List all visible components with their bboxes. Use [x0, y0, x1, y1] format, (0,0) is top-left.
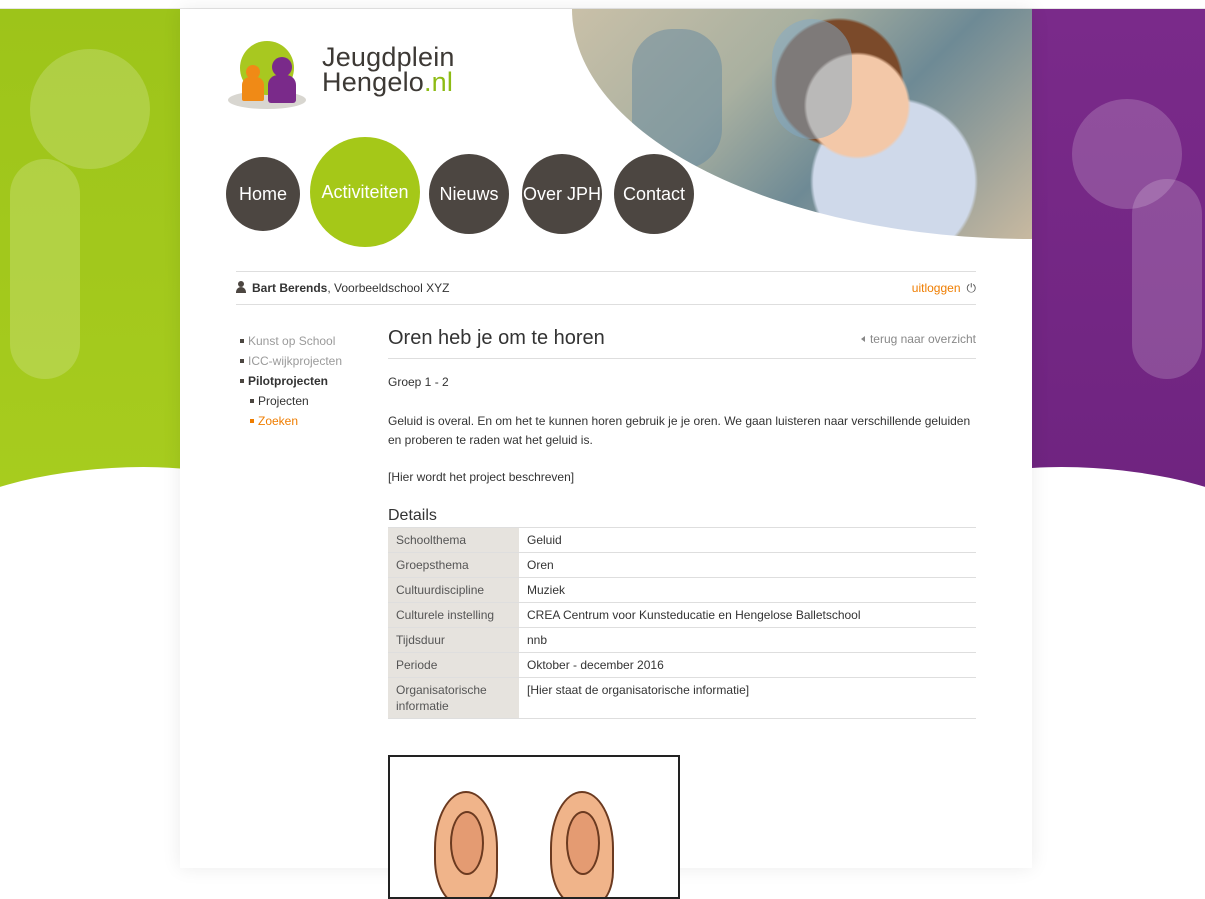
nav-activiteiten[interactable]: Activiteiten — [310, 137, 420, 247]
table-row: Cultuurdiscipline Muziek — [388, 577, 976, 603]
sidebar-nav: Kunst op School ICC-wijkprojecten Pilotp… — [240, 331, 342, 431]
site-logo[interactable]: Jeugdplein Hengelo.nl — [226, 37, 486, 117]
main-column: Jeugdplein Hengelo.nl Home Activiteiten … — [180, 9, 1032, 899]
right-purple-panel — [1032, 9, 1205, 489]
logout-link[interactable]: uitloggen ⏻ — [912, 281, 976, 296]
logo-wordmark: Jeugdplein Hengelo.nl — [322, 44, 455, 97]
left-green-panel — [0, 9, 180, 489]
sidebar-item-icc-wijkprojecten[interactable]: ICC-wijkprojecten — [240, 351, 342, 371]
sidebar-subitem-projecten[interactable]: Projecten — [240, 391, 342, 411]
detail-key: Groepsthema — [388, 552, 519, 578]
user-icon — [236, 281, 246, 293]
user-school: , Voorbeeldschool XYZ — [327, 281, 450, 295]
nav-home[interactable]: Home — [226, 157, 300, 231]
table-row: Groepsthema Oren — [388, 552, 976, 578]
detail-value: Oren — [519, 552, 976, 578]
logout-label: uitloggen — [911, 281, 961, 295]
decorative-shape — [1132, 179, 1202, 379]
logo-child-purple-body — [268, 75, 296, 103]
detail-value: CREA Centrum voor Kunsteducatie en Henge… — [519, 602, 976, 628]
sidebar-subitem-zoeken[interactable]: Zoeken — [240, 411, 342, 431]
table-row: Periode Oktober - december 2016 — [388, 652, 976, 678]
decorative-shape — [30, 49, 150, 169]
nav-nieuws[interactable]: Nieuws — [429, 154, 509, 234]
group-text: Groep 1 - 2 — [388, 375, 449, 389]
user-bar: Bart Berends, Voorbeeldschool XYZ uitlog… — [236, 271, 976, 305]
detail-value: Muziek — [519, 577, 976, 603]
logo-line2: Hengelo.nl — [322, 67, 455, 97]
project-image-ears — [388, 755, 680, 899]
decorative-shape — [10, 159, 80, 379]
ear-inner — [566, 811, 600, 875]
logo-child-purple — [272, 57, 292, 77]
detail-key: Cultuurdiscipline — [388, 577, 519, 603]
ear-inner — [450, 811, 484, 875]
back-to-overview-link[interactable]: terug naar overzicht — [860, 332, 976, 346]
logo-child-orange-body — [242, 77, 264, 101]
logo-hengelo: Hengelo — [322, 67, 424, 97]
sidebar-item-pilotprojecten[interactable]: Pilotprojecten — [240, 371, 342, 391]
sidebar-item-kunst-op-school[interactable]: Kunst op School — [240, 331, 342, 351]
chevron-left-icon — [860, 336, 865, 342]
power-icon: ⏻ — [966, 281, 977, 295]
table-row: Tijdsduur nnb — [388, 627, 976, 653]
project-placeholder-text: [Hier wordt het project beschreven] — [388, 470, 575, 484]
hero-background-figure — [772, 19, 852, 139]
detail-value: Geluid — [519, 527, 976, 553]
ear-right-icon — [550, 791, 614, 897]
detail-key: Schoolthema — [388, 527, 519, 553]
user-name: Bart Berends — [252, 281, 328, 295]
nav-contact[interactable]: Contact — [614, 154, 694, 234]
detail-key: Organisatorische informatie — [388, 677, 519, 719]
logo-nl: .nl — [423, 67, 454, 97]
detail-key: Periode — [388, 652, 519, 678]
detail-value: [Hier staat de organisatorische informat… — [519, 677, 976, 719]
table-row: Organisatorische informatie [Hier staat d… — [388, 677, 976, 719]
detail-key: Tijdsduur — [388, 627, 519, 653]
ear-left-icon — [434, 791, 498, 897]
details-heading: Details — [388, 507, 437, 524]
table-row: Culturele instelling CREA Centrum voor Ku… — [388, 602, 976, 628]
project-content: Oren heb je om te horen terug naar overz… — [388, 325, 976, 719]
detail-key: Culturele instelling — [388, 602, 519, 628]
detail-value: nnb — [519, 627, 976, 653]
nav-over-jph[interactable]: Over JPH — [522, 154, 602, 234]
table-row: Schoolthema Geluid — [388, 527, 976, 553]
back-label: terug naar overzicht — [869, 332, 976, 346]
hero-background-figure — [632, 29, 722, 169]
details-table: Schoolthema Geluid Groepsthema Oren Cultuu… — [388, 527, 976, 719]
detail-value: Oktober - december 2016 — [519, 652, 976, 678]
user-info: Bart Berends, Voorbeeldschool XYZ — [236, 281, 449, 295]
description-text: Geluid is overal. En om het te kunnen ho… — [388, 414, 971, 447]
